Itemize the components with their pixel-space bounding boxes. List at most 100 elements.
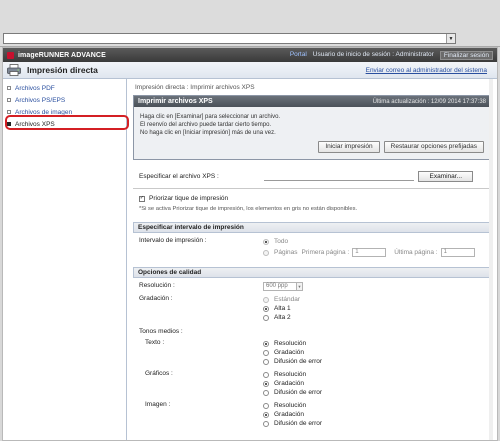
- text-gradation-option[interactable]: Gradación: [263, 348, 322, 357]
- option-label: Todo: [274, 238, 289, 245]
- image-error-diffusion-option[interactable]: Difusión de error: [263, 419, 322, 428]
- priority-row: ✓ Priorizar tique de impresión: [139, 195, 493, 202]
- image-halftone-row: Imagen : Resolución Gradación Difusión d…: [145, 401, 493, 428]
- halftone-label: Tonos medios :: [139, 328, 183, 335]
- graphics-gradation-option[interactable]: Gradación: [263, 379, 322, 388]
- range-all-option[interactable]: Todo: [263, 237, 475, 246]
- print-range-label: Intervalo de impresión :: [139, 237, 207, 244]
- gradation-high2-option[interactable]: Alta 2: [263, 313, 300, 322]
- content-scrollbar[interactable]: [489, 79, 493, 440]
- gradation-row: Gradación : Estándar Alta 1 Alta 2: [139, 295, 493, 322]
- sidebar-item-ps-eps[interactable]: Archivos PS/EPS: [3, 94, 126, 106]
- radio-icon: [263, 389, 269, 396]
- radio-icon: [263, 238, 269, 245]
- instruction-line: El reenvío del archivo puede tardar cier…: [140, 122, 272, 128]
- chevron-down-icon: ▼: [296, 282, 303, 291]
- option-label: Estándar: [274, 296, 301, 303]
- panel-title: Imprimir archivos XPS: [138, 98, 213, 105]
- graphics-label: Gráficos :: [145, 370, 173, 377]
- resolution-row: Resolución : 600 ppp ▼: [139, 282, 493, 291]
- gradation-label: Gradación :: [139, 295, 173, 302]
- last-page-label: Última página :: [394, 249, 438, 256]
- address-bar[interactable]: ▼: [3, 33, 456, 44]
- app-frame: imageRUNNER ADVANCE Portal Usuario de in…: [2, 47, 498, 441]
- first-page-input[interactable]: 1: [352, 248, 387, 257]
- instruction-line: Haga clic en [Examinar] para seleccionar…: [140, 114, 281, 120]
- option-label: Alta 1: [274, 305, 291, 312]
- sidebar: Archivos PDF Archivos PS/EPS Archivos de…: [3, 79, 127, 440]
- print-panel: Imprimir archivos XPS Última actualizaci…: [133, 95, 491, 160]
- text-error-diffusion-option[interactable]: Difusión de error: [263, 357, 322, 366]
- canon-logo-icon: [7, 51, 14, 59]
- graphics-halftone-row: Gráficos : Resolución Gradación Difusión…: [145, 370, 493, 397]
- resolution-value: 600 ppp: [266, 283, 288, 289]
- last-page-input[interactable]: 1: [440, 248, 475, 257]
- option-label: Resolución: [274, 371, 307, 378]
- radio-icon: [263, 296, 269, 303]
- sidebar-item-pdf[interactable]: Archivos PDF: [3, 82, 126, 94]
- option-label: Gradación: [274, 411, 304, 418]
- file-path-field[interactable]: [264, 171, 415, 181]
- sidebar-item-label: Archivos PDF: [15, 84, 55, 92]
- radio-icon: [263, 380, 269, 387]
- printer-icon: [7, 64, 21, 76]
- breadcrumb: Impresión directa : Imprimir archivos XP…: [135, 84, 255, 91]
- priority-checkbox[interactable]: ✓: [139, 195, 145, 202]
- radio-icon: [263, 249, 269, 256]
- portal-link[interactable]: Portal: [290, 51, 307, 60]
- option-label: Difusión de error: [274, 389, 323, 396]
- radio-icon: [263, 349, 269, 356]
- text-label: Texto :: [145, 339, 165, 346]
- file-row: Especificar el archivo XPS : Examinar...: [139, 170, 489, 182]
- image-resolution-option[interactable]: Resolución: [263, 401, 322, 410]
- send-mail-link[interactable]: Enviar correo al administrador del siste…: [366, 67, 487, 74]
- bullet-icon: [7, 86, 11, 90]
- text-resolution-option[interactable]: Resolución: [263, 339, 322, 348]
- last-updated: Última actualización : 12/09 2014 17:37:…: [372, 98, 486, 105]
- priority-note: *Si se activa Priorizar tique de impresi…: [139, 206, 358, 212]
- divider: [133, 188, 491, 189]
- priority-label: Priorizar tique de impresión: [149, 195, 229, 202]
- file-label: Especificar el archivo XPS :: [139, 172, 219, 180]
- option-label: Resolución: [274, 340, 307, 347]
- print-range-row: Intervalo de impresión : Todo Páginas Pr…: [139, 237, 493, 257]
- resolution-select[interactable]: 600 ppp ▼: [263, 282, 303, 291]
- resolution-label: Resolución :: [139, 282, 175, 289]
- radio-icon: [263, 340, 269, 347]
- text-halftone-row: Texto : Resolución Gradación Difusión de…: [145, 339, 493, 366]
- panel-body: Haga clic en [Examinar] para seleccionar…: [134, 107, 490, 159]
- radio-icon: [263, 411, 269, 418]
- graphics-resolution-option[interactable]: Resolución: [263, 370, 322, 379]
- radio-icon: [263, 371, 269, 378]
- login-user: Usuario de inicio de sesión : Administra…: [312, 50, 434, 58]
- brand-name: imageRUNNER ADVANCE: [18, 51, 106, 59]
- main-content: Impresión directa : Imprimir archivos XP…: [131, 79, 493, 440]
- option-label: Gradación: [274, 349, 304, 356]
- section-print-range: Especificar intervalo de impresión: [133, 222, 491, 233]
- top-bar: imageRUNNER ADVANCE Portal Usuario de in…: [3, 48, 497, 62]
- radio-icon: [263, 314, 269, 321]
- gradation-high1-option[interactable]: Alta 1: [263, 304, 300, 313]
- image-gradation-option[interactable]: Gradación: [263, 410, 322, 419]
- option-label: Resolución: [274, 402, 307, 409]
- option-label: Difusión de error: [274, 420, 323, 427]
- logout-button[interactable]: Finalizar sesión: [439, 50, 493, 60]
- range-pages-option[interactable]: Páginas Primera página : 1 Última página…: [263, 248, 475, 257]
- section-quality: Opciones de calidad: [133, 267, 491, 278]
- browse-button[interactable]: Examinar...: [418, 170, 473, 182]
- panel-header: Imprimir archivos XPS Última actualizaci…: [134, 96, 490, 107]
- browser-chrome: ▼: [0, 0, 500, 47]
- option-label: Páginas: [274, 249, 298, 256]
- graphics-error-diffusion-option[interactable]: Difusión de error: [263, 388, 322, 397]
- option-label: Alta 2: [274, 314, 291, 321]
- radio-icon: [263, 420, 269, 427]
- address-dropdown-icon[interactable]: ▼: [446, 34, 455, 43]
- restore-defaults-button[interactable]: Restaurar opciones prefijadas: [383, 141, 484, 153]
- gradation-standard-option[interactable]: Estándar: [263, 295, 300, 304]
- start-print-button[interactable]: Iniciar impresión: [318, 141, 380, 153]
- instruction-line: No haga clic en [Iniciar impresión] más …: [140, 130, 276, 136]
- bullet-icon: [7, 110, 11, 114]
- selection-highlight: [5, 115, 129, 130]
- option-label: Gradación: [274, 380, 304, 387]
- bullet-icon: [7, 98, 11, 102]
